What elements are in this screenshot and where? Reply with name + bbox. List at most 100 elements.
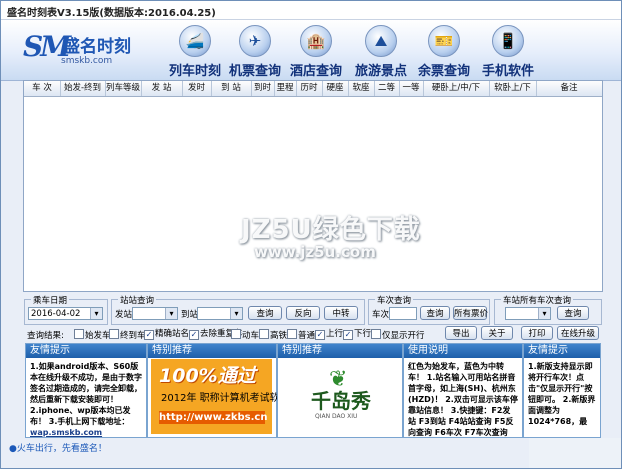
- nav-train-schedule[interactable]: 🚄 列车时刻: [164, 25, 226, 79]
- col-hard-seat[interactable]: 硬座: [322, 81, 349, 96]
- nav-sightseeing[interactable]: ⛰ 旅游景点: [350, 25, 412, 79]
- nav-label: 余票查询: [417, 64, 470, 79]
- station-all-trains-group: 车站所有车次查询 查询: [494, 294, 602, 325]
- reverse-query-button[interactable]: 反向: [286, 306, 320, 320]
- col-arrive-station[interactable]: 到 站: [211, 81, 252, 96]
- col-train-class[interactable]: 列车等级: [105, 81, 142, 96]
- col-depart-station[interactable]: 发 站: [141, 81, 183, 96]
- station-all-query-button[interactable]: 查询: [557, 306, 589, 320]
- filter-up-checkbox[interactable]: ✓ 上行: [315, 329, 343, 340]
- col-origin-dest[interactable]: 始发-终到: [60, 81, 106, 96]
- train-no-input[interactable]: [389, 307, 417, 320]
- filter-terminal-checkbox[interactable]: 终到车: [109, 329, 146, 341]
- checkbox-label: 动车: [242, 331, 260, 341]
- tips-panel-left: 友情提示 1.如果android版本、S60版本在线升级不成功，是由于数字签名过…: [25, 343, 147, 438]
- ticket-icon: 🎫: [428, 25, 460, 57]
- filter-emu-checkbox[interactable]: 动车: [231, 329, 259, 341]
- col-soft-seat[interactable]: 软座: [348, 81, 375, 96]
- group-title: 乘车日期: [31, 294, 70, 306]
- date-group: 乘车日期 2016-04-02: [24, 294, 108, 325]
- check-icon: ✓: [189, 330, 199, 340]
- table-header: 车 次 始发-终到 列车等级 发 站 发时 到 站 到时 里程 历时 硬座 软座…: [24, 81, 602, 97]
- col-first-class[interactable]: 一等: [399, 81, 424, 96]
- train-icon: 🚄: [179, 25, 211, 57]
- check-icon: ✓: [343, 330, 353, 340]
- nav-ticket-availability[interactable]: 🎫 余票查询: [413, 25, 475, 79]
- app-window: 盛名时刻表V3.15版(数据版本:2016.04.25) SM 盛名时刻 sms…: [0, 0, 622, 469]
- filter-origin-checkbox[interactable]: 始发车: [74, 329, 111, 341]
- checkbox-label: 终到车: [120, 331, 146, 341]
- train-query-group: 车次查询 车次 查询 所有票价: [368, 294, 490, 325]
- ad-headline: 100%通过: [159, 365, 256, 387]
- station-query-group: 站站查询 发站 到站 查询 反向 中转: [111, 294, 365, 325]
- qiandaoxiu-ad[interactable]: ❦ 千岛秀 QIAN DAO XIU: [281, 359, 398, 434]
- checkbox-label: 高铁: [270, 331, 288, 341]
- to-station-input[interactable]: [197, 307, 243, 320]
- filter-exact-name-checkbox[interactable]: ✓ 精确站名: [144, 329, 189, 340]
- checkbox-icon: [287, 329, 297, 339]
- checkbox-label: 仅显示开行: [382, 331, 425, 341]
- filter-highspeed-checkbox[interactable]: 高铁: [259, 329, 287, 341]
- checkbox-label: 上行: [326, 329, 344, 339]
- group-title: 车次查询: [375, 294, 414, 306]
- train-no-label: 车次: [372, 310, 390, 320]
- checkbox-label: 普通: [298, 331, 316, 341]
- col-train-no[interactable]: 车 次: [24, 81, 61, 96]
- about-button[interactable]: 关于: [481, 326, 513, 340]
- col-depart-time[interactable]: 发时: [182, 81, 212, 96]
- nav-label: 机票查询: [228, 64, 281, 79]
- tips-text: 1.新版支持显示即将开行车次！点击"仅显示开行"按钮即可。 2.新版界面调整为1…: [528, 362, 596, 426]
- group-title: 车站所有车次查询: [501, 294, 574, 306]
- col-second-class[interactable]: 二等: [374, 81, 400, 96]
- checkbox-icon: [74, 329, 84, 339]
- nav-label: 手机软件: [481, 64, 534, 79]
- window-title: 盛名时刻表V3.15版(数据版本:2016.04.25): [7, 8, 216, 19]
- transfer-query-button[interactable]: 中转: [324, 306, 358, 320]
- checkbox-label: 始发车: [85, 331, 111, 341]
- sightseeing-icon: ⛰: [365, 25, 397, 57]
- col-distance[interactable]: 里程: [274, 81, 297, 96]
- nav-mobile-app[interactable]: 📱 手机软件: [477, 25, 539, 79]
- nav-label: 旅游景点: [354, 64, 407, 79]
- panel-title: 使用说明: [404, 344, 522, 358]
- nav-hotel-query[interactable]: 🏨 酒店查询: [285, 25, 347, 79]
- hotel-icon: 🏨: [300, 25, 332, 57]
- col-soft-sleeper[interactable]: 软卧上/下: [489, 81, 537, 96]
- title-bar: 盛名时刻表V3.15版(数据版本:2016.04.25): [1, 1, 621, 20]
- check-icon: ✓: [315, 330, 325, 340]
- check-icon: ✓: [144, 330, 154, 340]
- filter-down-checkbox[interactable]: ✓ 下行: [343, 329, 371, 340]
- station-query-button[interactable]: 查询: [248, 306, 282, 320]
- app-logo: SM 盛名时刻 smskb.com: [23, 30, 153, 74]
- checkbox-icon: [371, 329, 381, 339]
- checkbox-icon: [259, 329, 269, 339]
- ad-brand: 千岛秀: [311, 389, 371, 413]
- download-link[interactable]: wap.smskb.com: [30, 428, 102, 437]
- ad-url: http://www.zkbs.cn: [159, 411, 268, 424]
- col-hard-sleeper[interactable]: 硬卧上/中/下: [423, 81, 490, 96]
- watermark-title: JZ5U绿色下载: [241, 215, 421, 245]
- status-dot-icon: ●: [9, 444, 17, 454]
- print-button[interactable]: 打印: [521, 326, 553, 340]
- ad-subtitle: 2012年 职称计算机考试软件: [161, 393, 290, 404]
- station-all-input[interactable]: [505, 307, 551, 320]
- nav-flight-query[interactable]: ✈ 机票查询: [224, 25, 286, 79]
- exam-software-ad[interactable]: 100%通过 2012年 职称计算机考试软件 http://www.zkbs.c…: [151, 359, 290, 434]
- filter-regular-checkbox[interactable]: 普通: [287, 329, 315, 341]
- status-text: 火车出行，先看盛名！: [16, 444, 107, 454]
- col-remarks[interactable]: 备注: [536, 81, 602, 96]
- col-duration[interactable]: 历时: [296, 81, 323, 96]
- banner-toolbar: SM 盛名时刻 smskb.com 🚄 列车时刻 ✈ 机票查询 🏨 酒店查询 ⛰…: [1, 20, 621, 81]
- date-picker[interactable]: 2016-04-02: [28, 307, 103, 320]
- tips-text: 1.如果android版本、S60版本在线升级不成功，是由于数字签名过期造成的，…: [30, 362, 142, 426]
- panel-title: 友情提示: [524, 344, 600, 358]
- watermark-url: www.jz5u.com: [254, 243, 376, 261]
- train-query-button[interactable]: 查询: [420, 306, 450, 320]
- export-button[interactable]: 导出: [445, 326, 477, 340]
- all-fares-button[interactable]: 所有票价: [453, 306, 488, 320]
- filter-running-only-checkbox[interactable]: 仅显示开行: [371, 329, 425, 341]
- col-arrive-time[interactable]: 到时: [251, 81, 275, 96]
- online-upgrade-button[interactable]: 在线升级: [557, 326, 599, 340]
- plane-icon: ✈: [239, 25, 271, 57]
- from-station-input[interactable]: [132, 307, 178, 320]
